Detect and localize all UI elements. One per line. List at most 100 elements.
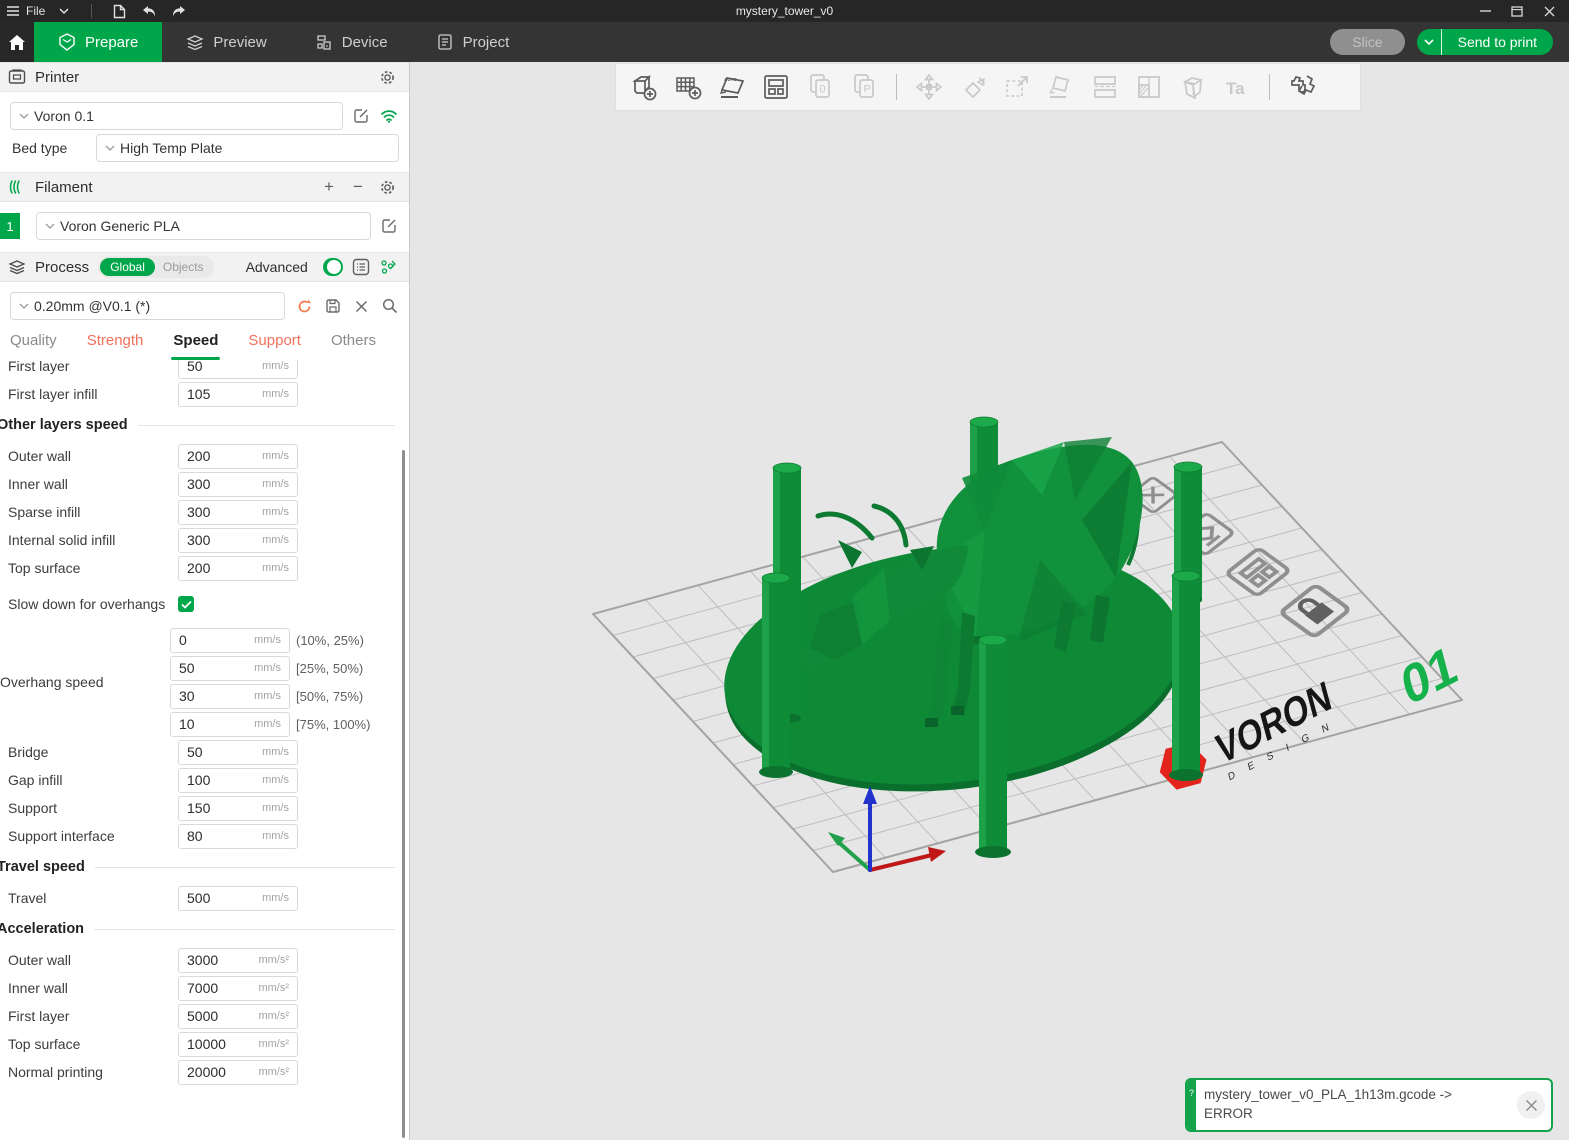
tab-support[interactable]: Support [248, 332, 301, 360]
send-options-button[interactable] [1417, 29, 1442, 55]
value-input[interactable]: 0mm/s [170, 628, 290, 653]
tab-preview[interactable]: Preview [162, 22, 290, 62]
value-input[interactable]: 300mm/s [178, 472, 298, 497]
split-to-parts-button[interactable] [1129, 67, 1169, 107]
tab-prepare[interactable]: Prepare [34, 22, 162, 62]
value-input[interactable]: 300mm/s [178, 528, 298, 553]
assembly-view-button[interactable] [1282, 67, 1322, 107]
plate-settings-icon[interactable] [1226, 548, 1289, 596]
setting-row: Internal solid infill300mm/s [0, 526, 409, 554]
redo-button[interactable] [168, 2, 190, 20]
home-button[interactable] [0, 22, 34, 62]
tab-speed[interactable]: Speed [173, 332, 218, 360]
value-input[interactable]: 30mm/s [170, 684, 290, 709]
add-filament-button[interactable]: + [319, 177, 339, 197]
tab-device[interactable]: Device [291, 22, 412, 62]
printer-select[interactable]: Voron 0.1 [10, 102, 343, 130]
filament-select-value: Voron Generic PLA [60, 218, 180, 234]
tab-strength[interactable]: Strength [87, 332, 144, 360]
add-plate-icon [672, 71, 704, 103]
reset-profile-button[interactable] [295, 296, 314, 316]
save-icon [325, 298, 341, 314]
value-input[interactable]: 10000mm/s² [178, 1032, 298, 1057]
slice-button-label: Slice [1352, 34, 1382, 50]
checkbox-checked[interactable] [178, 596, 194, 612]
scope-global-button[interactable]: Global [100, 258, 155, 276]
arrange-button[interactable] [756, 67, 796, 107]
close-button[interactable] [1535, 2, 1563, 20]
save-profile-button[interactable] [323, 296, 342, 316]
bed-type-select[interactable]: High Temp Plate [96, 134, 399, 162]
paste-button[interactable]: P [844, 67, 884, 107]
unit-label: mm/s² [258, 954, 289, 966]
value-input[interactable]: 5000mm/s² [178, 1004, 298, 1029]
viewport-3d-scene[interactable]: VORON D E S I G N 01 [411, 62, 1569, 1140]
value-input[interactable]: 7000mm/s² [178, 976, 298, 1001]
edit-printer-button[interactable] [351, 106, 371, 126]
value-input[interactable]: 50mm/s [170, 656, 290, 681]
value-input[interactable]: 105mm/s [178, 382, 298, 407]
printer-settings-button[interactable] [377, 67, 397, 87]
value-input[interactable]: 200mm/s [178, 444, 298, 469]
filament-settings-button[interactable] [377, 177, 397, 197]
value-input[interactable]: 80mm/s [178, 824, 298, 849]
remove-filament-button[interactable]: − [348, 177, 368, 197]
add-plate-button[interactable] [668, 67, 708, 107]
tab-project[interactable]: Project [412, 22, 534, 62]
search-settings-button[interactable] [380, 296, 399, 316]
chevron-down-icon [19, 113, 29, 119]
text-shape-button[interactable]: Ta [1217, 67, 1257, 107]
rotate-button[interactable] [953, 67, 993, 107]
value-input[interactable]: 50mm/s [178, 360, 298, 379]
copy-button[interactable]: 0 [800, 67, 840, 107]
chevron-down-icon [105, 145, 115, 151]
new-project-button[interactable] [108, 2, 130, 20]
scale-button[interactable] [997, 67, 1037, 107]
value-input[interactable]: 20000mm/s² [178, 1060, 298, 1085]
tab-quality[interactable]: Quality [10, 332, 57, 360]
edit-filament-button[interactable] [379, 216, 399, 236]
auto-orient-button[interactable]: AUTO [712, 67, 752, 107]
add-model-button[interactable] [624, 67, 664, 107]
printer-connection-button[interactable] [379, 106, 399, 126]
file-menu-chevron[interactable] [53, 2, 75, 20]
setting-label: Outer wall [8, 952, 178, 968]
settings-scroll-area[interactable]: First layer50mm/sFirst layer infill105mm… [0, 360, 409, 1108]
minimize-button[interactable] [1471, 2, 1499, 20]
send-to-print-button[interactable]: Send to print [1442, 29, 1553, 55]
settings-section-header: Other layers speed [0, 408, 409, 442]
parameter-table-button[interactable] [379, 257, 397, 277]
value-input[interactable]: 50mm/s [178, 740, 298, 765]
sidebar-scrollbar[interactable] [402, 450, 405, 1138]
value-text: 7000 [187, 980, 218, 996]
project-icon [436, 33, 454, 51]
tab-others[interactable]: Others [331, 332, 376, 360]
scope-objects-button[interactable]: Objects [155, 258, 212, 276]
process-profile-select[interactable]: 0.20mm @V0.1 (*) [10, 292, 285, 320]
value-input[interactable]: 200mm/s [178, 556, 298, 581]
value-input[interactable]: 10mm/s [170, 712, 290, 737]
lock-plate-icon[interactable] [1280, 585, 1349, 638]
setting-row: First layer infill105mm/s [0, 380, 409, 408]
filament-select[interactable]: Voron Generic PLA [36, 212, 371, 240]
value-input[interactable]: 300mm/s [178, 500, 298, 525]
value-input[interactable]: 500mm/s [178, 886, 298, 911]
setting-label: Overhang speed [0, 674, 170, 690]
slice-button[interactable]: Slice [1330, 29, 1404, 55]
file-menu-button[interactable]: File [6, 4, 45, 18]
value-input[interactable]: 150mm/s [178, 796, 298, 821]
value-text: 300 [187, 532, 210, 548]
value-input[interactable]: 100mm/s [178, 768, 298, 793]
value-input[interactable]: 3000mm/s² [178, 948, 298, 973]
toast-close-button[interactable] [1511, 1080, 1551, 1130]
mesh-boolean-button[interactable] [1173, 67, 1213, 107]
split-to-objects-button[interactable] [1085, 67, 1125, 107]
delete-profile-button[interactable] [352, 296, 371, 316]
lay-on-face-button[interactable] [1041, 67, 1081, 107]
undo-button[interactable] [138, 2, 160, 20]
viewport-3d[interactable]: VORON D E S I G N 01 [411, 62, 1569, 1140]
parameter-list-button[interactable] [352, 257, 370, 277]
advanced-toggle[interactable] [323, 258, 343, 276]
move-button[interactable] [909, 67, 949, 107]
maximize-button[interactable] [1503, 2, 1531, 20]
